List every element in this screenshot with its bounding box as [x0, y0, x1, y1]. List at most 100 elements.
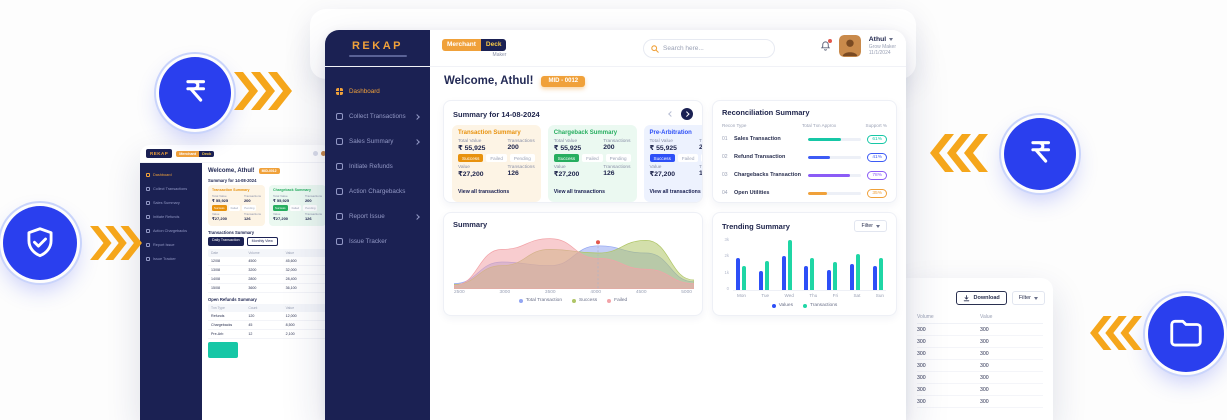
- bell-icon[interactable]: [820, 40, 831, 52]
- table-cell: 300: [980, 399, 1043, 405]
- sidebar-item-dashboard[interactable]: Dashboard: [140, 168, 202, 182]
- tab-success[interactable]: Success: [554, 154, 579, 162]
- avatar[interactable]: [839, 35, 861, 57]
- sidebar-item-action-chargebacks[interactable]: Action Chargebacks: [325, 179, 430, 204]
- table-cell: 4500: [248, 259, 285, 263]
- tab-daily-transaction[interactable]: Daily Transaction: [208, 237, 244, 246]
- sidebar-item-action-chargebacks[interactable]: Action Chargebacks: [140, 224, 202, 238]
- sidebar-item-label: Sales Summary: [153, 201, 180, 205]
- tab-pending[interactable]: Pending: [303, 205, 317, 211]
- chevron-right-icon: [414, 114, 420, 120]
- carousel-next-button[interactable]: [681, 108, 693, 120]
- sidebar-item-issue-tracker[interactable]: Issue Tracker: [140, 252, 202, 266]
- trending-y-ticks: 3k2k1k0: [721, 237, 733, 291]
- table-row: 300300: [917, 384, 1043, 396]
- panel-value: 126: [699, 170, 702, 177]
- tab-success[interactable]: Success: [212, 205, 227, 211]
- bar: [833, 262, 837, 290]
- bar: [873, 266, 877, 290]
- sidebar-item-report-issue[interactable]: Report Issue: [325, 204, 430, 229]
- recon-type: Sales Transaction: [734, 136, 802, 142]
- table-row: 12/08450045,600: [208, 257, 326, 266]
- table-cell: 300: [917, 327, 980, 333]
- bar: [827, 270, 831, 290]
- tab-failed[interactable]: Failed: [229, 205, 241, 211]
- x-tick-label: 5000: [681, 290, 692, 295]
- filter-dropdown[interactable]: Filter: [1012, 291, 1045, 305]
- tab-failed[interactable]: Failed: [290, 205, 302, 211]
- download-button[interactable]: Download: [956, 291, 1006, 305]
- filter-dropdown[interactable]: Filter: [854, 220, 887, 232]
- brand-maker: Maker: [493, 52, 507, 58]
- legend-item: Values: [772, 303, 793, 308]
- logo-text: REKAP: [352, 40, 403, 52]
- sidebar-item-label: Initiate Refunds: [349, 163, 393, 170]
- x-tick-label: Sun: [876, 293, 884, 298]
- user-menu[interactable]: Athul Grow Maker 11/1/2024: [869, 36, 896, 57]
- tab-pending[interactable]: Pending: [701, 154, 702, 162]
- sidebar: Dashboard Collect Transactions Sales Sum…: [325, 67, 430, 420]
- bar: [804, 266, 808, 290]
- tab-success[interactable]: Success: [458, 154, 483, 162]
- bell-icon[interactable]: [313, 151, 318, 156]
- tab-failed[interactable]: Failed: [678, 154, 699, 162]
- table-cell: 12/08: [211, 259, 248, 263]
- table-cell: 13/08: [211, 268, 248, 272]
- tab-success[interactable]: Success: [273, 205, 288, 211]
- table-cell: 300: [917, 363, 980, 369]
- view-all-transactions-link[interactable]: View all transactions: [650, 189, 701, 195]
- report-icon: [146, 243, 150, 247]
- carousel-prev-button[interactable]: [665, 109, 676, 120]
- tab-pending[interactable]: Pending: [606, 154, 631, 162]
- brand-merchant: Merchant: [442, 39, 481, 51]
- sidebar-item-label: Report Issue: [349, 213, 385, 220]
- brand-badge: Merchant Deck Maker: [442, 39, 506, 58]
- table-cell: Chargebacks: [211, 323, 248, 327]
- table-cell: 300: [980, 363, 1043, 369]
- status-badge: 35%: [867, 189, 887, 198]
- panel-value: ₹ 55,925: [554, 144, 581, 152]
- panel-title: Chargeback Summary: [273, 188, 322, 192]
- status-badge: 61%: [867, 135, 887, 144]
- column-header: Count: [248, 306, 285, 310]
- refunds-table: Txn Type Count Value Refunds12012,000Cha…: [208, 304, 326, 339]
- report-icon: [336, 213, 343, 220]
- view-all-transactions-link[interactable]: View all transactions: [554, 189, 605, 195]
- table-cell: 300: [980, 351, 1043, 357]
- tab-failed[interactable]: Failed: [582, 154, 603, 162]
- tab-failed[interactable]: Failed: [486, 154, 507, 162]
- mini-summary-panels: Transaction Summary Total Value₹ 55,925 …: [208, 185, 326, 226]
- shield-badge: [3, 206, 77, 280]
- summary-panel: Chargeback Summary Total Value₹ 55,925 T…: [269, 185, 326, 226]
- sidebar-item-initiate-refunds[interactable]: Initiate Refunds: [325, 154, 430, 179]
- card-title: Summary: [453, 220, 487, 229]
- sidebar-item-issue-tracker[interactable]: Issue Tracker: [325, 229, 430, 254]
- sidebar-item-dashboard[interactable]: Dashboard: [325, 79, 430, 104]
- tab-pending[interactable]: Pending: [242, 205, 256, 211]
- tab-pending[interactable]: Pending: [510, 154, 535, 162]
- bar: [765, 261, 769, 290]
- recon-type: Chargebacks Transaction: [734, 172, 802, 178]
- bar-group: [850, 237, 860, 290]
- sidebar-item-sales-summary[interactable]: Sales Summary: [325, 129, 430, 154]
- filter-label: Filter: [861, 223, 873, 229]
- search-placeholder: Search here...: [663, 45, 704, 52]
- sidebar-item-initiate-refunds[interactable]: Initiate Refunds: [140, 210, 202, 224]
- view-all-transactions-link[interactable]: View all transactions: [458, 189, 509, 195]
- sidebar-item-report-issue[interactable]: Report Issue: [140, 238, 202, 252]
- sidebar-item-collect-transactions[interactable]: Collect Transactions: [140, 182, 202, 196]
- x-tick-label: Mon: [737, 293, 746, 298]
- table-row: Refunds12012,000: [208, 312, 326, 321]
- sidebar-item-label: Collect Transactions: [153, 187, 187, 191]
- summary-panel-chargeback: Chargeback Summary Total Value₹ 55,925 T…: [548, 125, 637, 202]
- tab-monthly-view[interactable]: Monthly View: [247, 237, 278, 246]
- tab-success[interactable]: Success: [650, 154, 675, 162]
- search-input[interactable]: Search here...: [643, 39, 775, 58]
- sidebar-item-sales-summary[interactable]: Sales Summary: [140, 196, 202, 210]
- chargebacks-icon: [146, 229, 150, 233]
- sidebar-item-collect-transactions[interactable]: Collect Transactions: [325, 104, 430, 129]
- summary-legend: Total TransactionSuccessFailed: [444, 298, 702, 303]
- topbar-right: Athul Grow Maker 11/1/2024: [820, 35, 896, 57]
- panel-value: ₹ 55,925: [273, 198, 289, 203]
- brand-deck: Deck: [481, 39, 507, 51]
